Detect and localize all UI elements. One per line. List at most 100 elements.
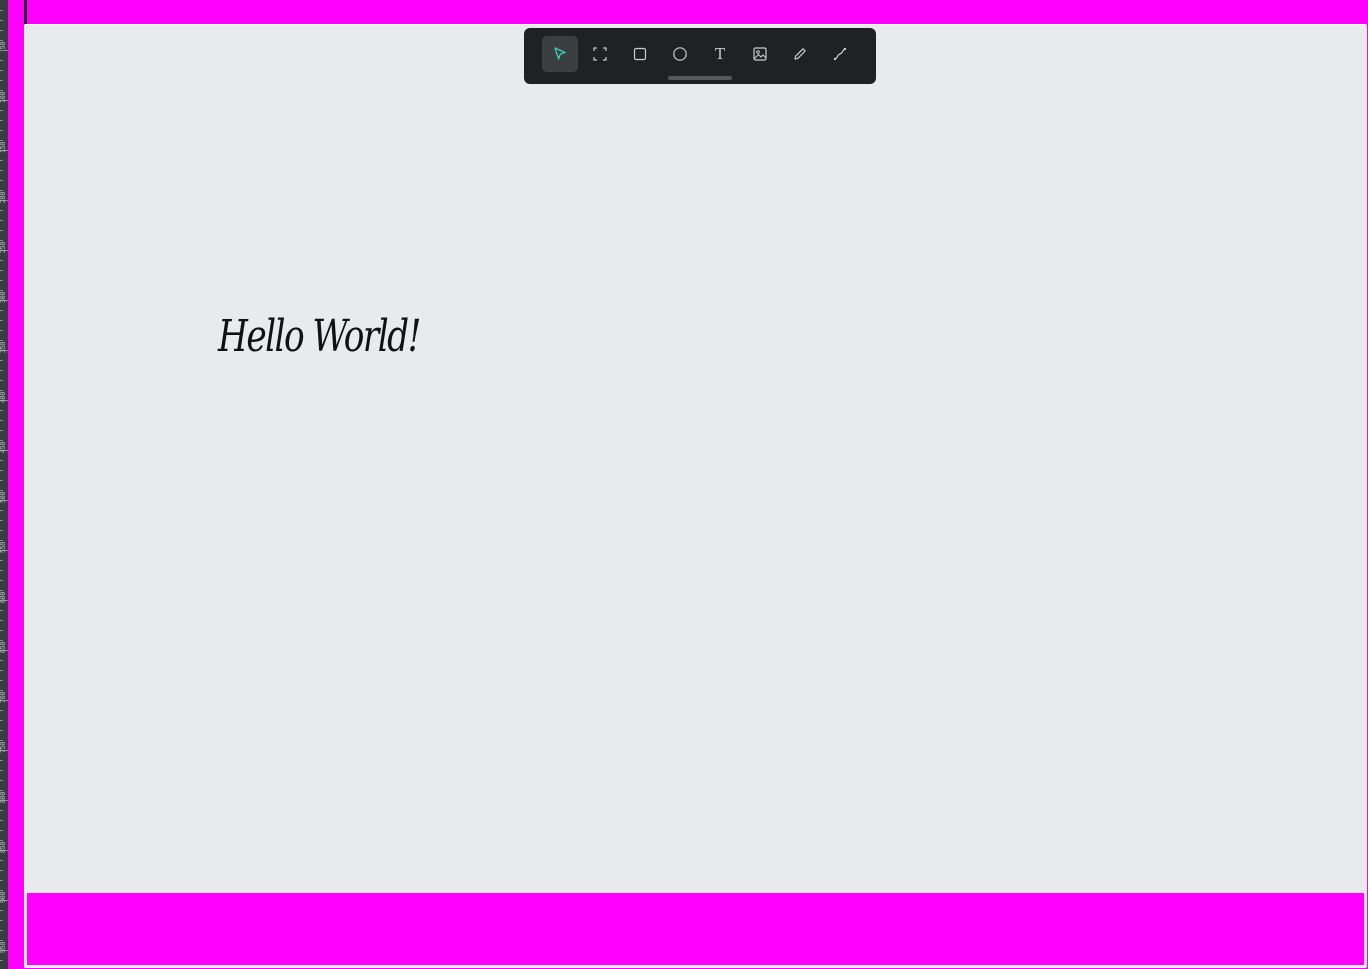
ruler-tick	[0, 480, 3, 481]
ruler-label: 900	[0, 892, 7, 904]
ruler-tick	[0, 140, 3, 141]
app-window: 50 100 150 200 250 300 350 400 450 500 550 600 650 70…	[0, 0, 1368, 969]
ruler-tick	[0, 960, 3, 961]
ruler-tick	[0, 360, 3, 361]
ruler-tick	[0, 180, 3, 181]
ruler-tick	[0, 890, 3, 891]
ruler-tick	[0, 690, 3, 691]
ruler-tick	[0, 870, 3, 871]
text-tool-button[interactable]: T	[702, 36, 738, 72]
ruler-tick	[0, 910, 3, 911]
ruler-tick	[0, 610, 3, 611]
ruler-tick	[0, 520, 3, 521]
path-tool-button[interactable]	[822, 36, 858, 72]
ruler-tick	[0, 380, 3, 381]
ruler-tick	[0, 280, 3, 281]
cursor-arrow-icon	[554, 47, 566, 60]
ruler-label: 300	[0, 292, 7, 304]
ruler-tick	[0, 440, 3, 441]
ruler-tick	[0, 930, 3, 931]
ruler-tick	[0, 50, 8, 51]
ruler-tick	[0, 660, 3, 661]
select-tool-button[interactable]	[542, 36, 578, 72]
ruler-tick	[0, 840, 3, 841]
ruler-tick	[0, 570, 3, 571]
pencil-tool-button[interactable]	[782, 36, 818, 72]
ruler-label: 950	[0, 942, 7, 954]
ruler-label: 450	[0, 442, 7, 454]
image-icon	[753, 47, 767, 61]
ruler-tick	[0, 160, 3, 161]
ruler-tick	[0, 340, 3, 341]
ellipse-tool-button[interactable]	[662, 36, 698, 72]
ruler-tick	[0, 810, 3, 811]
ruler-tick	[0, 120, 3, 121]
ruler-label: 200	[0, 192, 7, 204]
ruler-tick	[0, 390, 3, 391]
design-canvas[interactable]: Hello World!	[24, 24, 1367, 968]
frame-tool-button[interactable]	[582, 36, 618, 72]
rectangle-tool-button[interactable]	[622, 36, 658, 72]
ruler-label: 700	[0, 692, 7, 704]
ruler-tick	[0, 260, 3, 261]
ruler-tick	[0, 70, 3, 71]
ruler-tick	[0, 540, 3, 541]
ruler-tick	[0, 420, 3, 421]
ruler-tick	[0, 210, 3, 211]
ruler-tick	[0, 190, 3, 191]
ruler-tick	[0, 640, 3, 641]
ruler-tick	[0, 920, 3, 921]
ruler-tick	[0, 130, 3, 131]
ruler-tick	[0, 880, 3, 881]
ruler-tick	[0, 820, 3, 821]
ruler-tick	[0, 770, 3, 771]
ruler-tick	[0, 40, 3, 41]
canvas-text-element[interactable]: Hello World!	[218, 311, 421, 362]
ruler-tick	[0, 230, 3, 231]
ruler-label: 600	[0, 592, 7, 604]
ruler-tick	[0, 170, 3, 171]
ruler-tick	[0, 20, 3, 21]
ruler-tick	[0, 620, 3, 621]
ruler-tick	[0, 710, 3, 711]
ruler-tick	[0, 740, 3, 741]
ruler-tick	[0, 510, 3, 511]
ruler-tick	[0, 220, 3, 221]
ruler-label: 750	[0, 742, 7, 754]
ruler-label: 650	[0, 642, 7, 654]
ruler-tick	[0, 760, 3, 761]
ruler-label: 100	[0, 92, 7, 104]
ruler-tick	[0, 330, 3, 331]
ruler-label: 150	[0, 142, 7, 154]
vertical-ruler: 50 100 150 200 250 300 350 400 450 500 550 600 650 70…	[0, 0, 8, 969]
ruler-label: 500	[0, 492, 7, 504]
ruler-tick	[0, 470, 3, 471]
ruler-tick	[0, 240, 3, 241]
ruler-label: 400	[0, 392, 7, 404]
image-tool-button[interactable]	[742, 36, 778, 72]
ruler-tick	[0, 60, 3, 61]
ruler-tick	[0, 530, 3, 531]
ruler-tick	[0, 680, 3, 681]
ruler-tick	[0, 30, 3, 31]
ruler-tick	[0, 670, 3, 671]
ruler-tick	[0, 110, 3, 111]
ruler-label: 250	[0, 242, 7, 254]
pencil-icon	[794, 48, 806, 60]
ruler-tick	[0, 490, 3, 491]
ruler-tick	[0, 590, 3, 591]
ruler-tick	[0, 410, 3, 411]
bottom-panel-placeholder	[27, 893, 1364, 965]
canvas-edge-divider	[24, 0, 27, 24]
ruler-tick	[0, 310, 3, 311]
toolbar-drag-handle[interactable]	[668, 76, 732, 80]
ellipse-icon	[673, 47, 687, 61]
ruler-tick	[0, 10, 3, 11]
path-icon	[833, 47, 847, 61]
ruler-tick	[0, 270, 3, 271]
ruler-label: 50	[0, 42, 7, 50]
ruler-label: 850	[0, 842, 7, 854]
frame-icon	[593, 47, 607, 61]
ruler-tick	[0, 580, 3, 581]
ruler-tick	[0, 320, 3, 321]
